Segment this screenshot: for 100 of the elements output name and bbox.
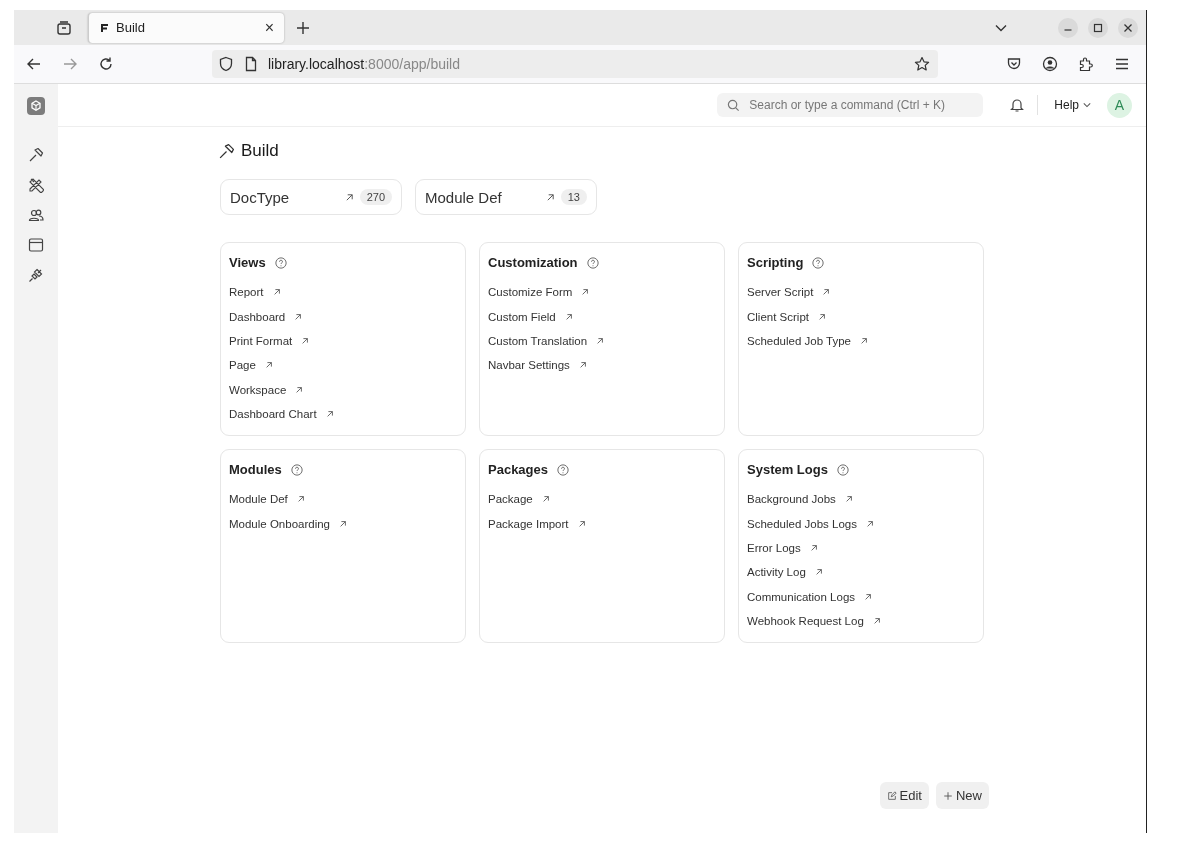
arrow-icon — [822, 288, 831, 297]
card-link[interactable]: Workspace — [229, 383, 287, 396]
plug-icon[interactable] — [28, 267, 44, 283]
card-link[interactable]: Communication Logs — [747, 590, 856, 603]
arrow-icon — [818, 312, 826, 321]
card-link[interactable]: Scheduled Jobs Logs — [747, 517, 857, 530]
arrow-icon — [344, 192, 354, 202]
arrow-icon — [814, 568, 823, 577]
puzzle-icon[interactable] — [1078, 56, 1094, 72]
users-icon[interactable] — [28, 207, 44, 223]
shortcut-card[interactable]: DocType 270 — [220, 179, 402, 215]
arrow-icon — [296, 495, 305, 504]
arrow-icon — [577, 519, 586, 528]
favicon-icon — [99, 22, 109, 33]
page-icon — [243, 56, 259, 72]
card-link[interactable]: Dashboard — [229, 310, 286, 323]
shortcut-label: DocType — [230, 188, 291, 206]
edit-button[interactable]: Edit — [879, 782, 929, 809]
card-link[interactable]: Activity Log — [747, 566, 806, 579]
arrow-icon — [872, 617, 881, 626]
card-title: Packages — [488, 462, 548, 477]
arrow-icon — [844, 495, 853, 504]
avatar[interactable]: A — [1107, 92, 1132, 118]
new-tab-icon[interactable] — [296, 20, 310, 35]
card-link[interactable]: Customize Form — [488, 286, 573, 299]
plus-icon — [943, 790, 953, 801]
card-link[interactable]: Background Jobs — [747, 493, 836, 506]
address-bar[interactable]: library.localhost:8000/app/build — [212, 50, 938, 78]
card-title: Customization — [488, 255, 578, 270]
arrow-icon — [272, 288, 281, 297]
tab-title: Build — [116, 20, 146, 35]
help-icon[interactable] — [557, 463, 569, 476]
maximize-icon[interactable] — [1088, 17, 1108, 38]
arrow-icon — [301, 336, 310, 345]
card-link[interactable]: Package Import — [488, 517, 569, 530]
browser-tab[interactable]: Build × — [88, 12, 284, 43]
bell-icon[interactable] — [1009, 97, 1026, 113]
close-tab-button[interactable]: × — [262, 18, 276, 37]
arrow-icon — [581, 288, 590, 297]
card-link[interactable]: Scheduled Job Type — [747, 334, 851, 347]
logo-icon[interactable] — [27, 97, 45, 115]
chevron-down-icon — [1083, 101, 1091, 109]
search-field[interactable]: Search or type a command (Ctrl + K) — [717, 93, 984, 117]
browser-window-icon[interactable] — [28, 237, 44, 253]
menu-icon[interactable] — [1114, 56, 1130, 72]
help-icon[interactable] — [274, 256, 287, 269]
arrow-icon — [860, 336, 868, 345]
account-icon[interactable] — [1042, 56, 1058, 72]
card-link[interactable]: Report — [229, 286, 264, 299]
pocket-icon[interactable] — [1006, 56, 1022, 72]
arrow-icon — [325, 410, 334, 419]
hammer-icon — [218, 142, 235, 160]
star-icon[interactable] — [914, 56, 930, 72]
card-link[interactable]: Dashboard Chart — [229, 408, 317, 421]
close-icon[interactable] — [1118, 17, 1138, 38]
help-icon[interactable] — [290, 463, 303, 476]
shield-icon — [218, 56, 234, 72]
card-title: System Logs — [747, 462, 828, 477]
edit-icon — [886, 790, 897, 801]
card-title: Scripting — [747, 255, 804, 270]
pencil-ruler-icon[interactable] — [28, 177, 44, 193]
card-link[interactable]: Package — [488, 493, 533, 506]
arrow-icon — [809, 543, 818, 552]
arrow-icon — [864, 592, 873, 601]
card-link[interactable]: Webhook Request Log — [747, 615, 864, 628]
card-title: Views — [229, 255, 266, 270]
reload-icon[interactable] — [98, 56, 114, 72]
help-icon[interactable] — [586, 256, 599, 269]
help-icon[interactable] — [836, 463, 849, 476]
arrow-icon — [596, 336, 605, 345]
forward-arrow-icon[interactable] — [62, 56, 78, 72]
minimize-icon[interactable] — [1058, 17, 1078, 38]
card-link[interactable]: Module Onboarding — [229, 517, 330, 530]
help-icon[interactable] — [812, 256, 825, 269]
card-link[interactable]: Server Script — [747, 286, 814, 299]
count-badge: 270 — [359, 189, 392, 205]
shortcut-card[interactable]: Module Def 13 — [415, 179, 597, 215]
card-link[interactable]: Print Format — [229, 334, 293, 347]
shortcut-label: Module Def — [425, 188, 503, 206]
arrow-icon — [545, 192, 555, 202]
back-arrow-icon[interactable] — [26, 56, 42, 72]
card-link[interactable]: Custom Field — [488, 310, 556, 323]
help-menu[interactable]: Help — [1050, 98, 1095, 112]
card-link[interactable]: Custom Translation — [488, 334, 588, 347]
search-icon — [727, 98, 741, 112]
tab-list-icon[interactable] — [56, 19, 72, 36]
new-button[interactable]: New — [936, 782, 989, 809]
arrow-icon — [294, 312, 303, 321]
arrow-icon — [865, 519, 874, 528]
card-link[interactable]: Navbar Settings — [488, 359, 570, 372]
arrow-icon — [564, 312, 573, 321]
card-link[interactable]: Page — [229, 359, 256, 372]
card-link[interactable]: Error Logs — [747, 541, 801, 554]
url-text: library.localhost:8000/app/build — [268, 56, 460, 72]
hammer-icon[interactable] — [28, 147, 44, 163]
card-title: Modules — [229, 462, 282, 477]
card-link[interactable]: Module Def — [229, 493, 288, 506]
card-link[interactable]: Client Script — [747, 310, 809, 323]
arrow-icon — [578, 361, 587, 370]
page-title: Build — [241, 141, 279, 161]
